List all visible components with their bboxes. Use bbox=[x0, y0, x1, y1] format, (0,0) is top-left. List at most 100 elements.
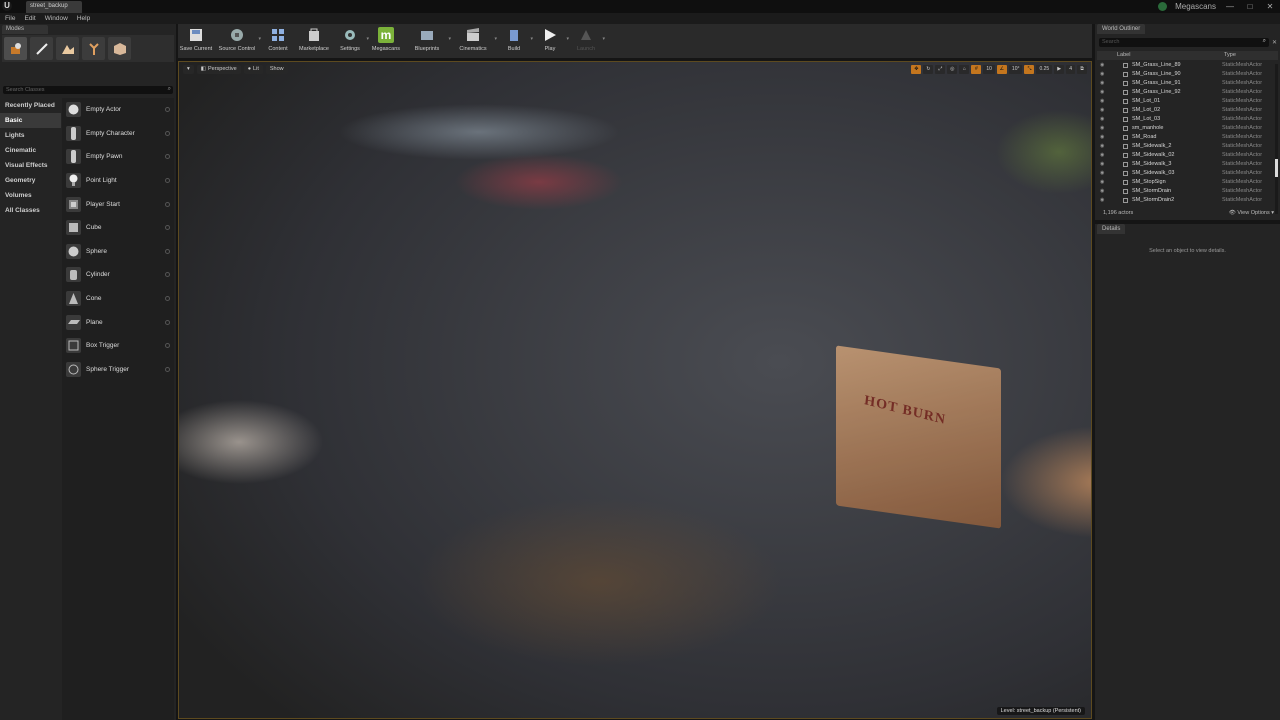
build-button[interactable]: Build ▾ bbox=[496, 24, 533, 58]
camera-speed-value[interactable]: 4 bbox=[1066, 65, 1075, 74]
list-item-cylinder[interactable]: Cylinder bbox=[62, 263, 174, 287]
scale-snap-icon[interactable]: ⤡ bbox=[1024, 65, 1035, 74]
table-row[interactable]: ◉ SM_Sidewalk_2 StaticMeshActor bbox=[1097, 142, 1273, 151]
cinematics-button[interactable]: Cinematics ▾ bbox=[450, 24, 497, 58]
marketplace-button[interactable]: Marketplace bbox=[296, 24, 332, 58]
foliage-mode-icon[interactable] bbox=[82, 37, 105, 60]
list-item-cube[interactable]: Cube bbox=[62, 216, 174, 240]
table-row[interactable]: ◉ SM_Grass_Line_90 StaticMeshActor bbox=[1097, 70, 1273, 79]
menu-window[interactable]: Window bbox=[45, 15, 68, 22]
list-item-player-start[interactable]: Player Start bbox=[62, 192, 174, 216]
info-icon[interactable] bbox=[165, 178, 170, 184]
visibility-eye-icon[interactable]: ◉ bbox=[1100, 61, 1104, 70]
menu-help[interactable]: Help bbox=[77, 15, 90, 22]
list-item-empty-pawn[interactable]: Empty Pawn bbox=[62, 145, 174, 169]
visibility-eye-icon[interactable]: ◉ bbox=[1100, 196, 1104, 205]
table-row[interactable]: ◉ SM_StormDrain StaticMeshActor bbox=[1097, 187, 1273, 196]
category-basic[interactable]: Basic bbox=[0, 113, 61, 128]
minimize-button[interactable]: — bbox=[1224, 2, 1236, 11]
outliner-search-input[interactable]: Search ⌕ bbox=[1099, 38, 1269, 47]
grid-snap-value[interactable]: 10 bbox=[983, 65, 995, 74]
table-row[interactable]: ◉ SM_Sidewalk_02 StaticMeshActor bbox=[1097, 151, 1273, 160]
visibility-eye-icon[interactable]: ◉ bbox=[1100, 70, 1104, 79]
list-item-point-light[interactable]: Point Light bbox=[62, 169, 174, 193]
megascans-badge-icon[interactable] bbox=[1158, 2, 1168, 11]
geometry-mode-icon[interactable] bbox=[108, 37, 131, 60]
category-recently-placed[interactable]: Recently Placed bbox=[0, 98, 61, 113]
visibility-eye-icon[interactable]: ◉ bbox=[1100, 115, 1104, 124]
visibility-eye-icon[interactable]: ◉ bbox=[1100, 133, 1104, 142]
visibility-eye-icon[interactable]: ◉ bbox=[1100, 178, 1104, 187]
visibility-eye-icon[interactable]: ◉ bbox=[1100, 124, 1104, 133]
maximize-button[interactable]: □ bbox=[1244, 2, 1256, 11]
info-icon[interactable] bbox=[165, 225, 170, 231]
world-local-icon[interactable]: ◎ bbox=[947, 65, 958, 74]
launch-button[interactable]: Launch ▾ bbox=[568, 24, 605, 58]
category-volumes[interactable]: Volumes bbox=[0, 188, 61, 203]
scale-snap-value[interactable]: 0.25 bbox=[1036, 65, 1053, 74]
perspective-button[interactable]: ◧ Perspective bbox=[196, 65, 241, 74]
info-icon[interactable] bbox=[165, 107, 170, 113]
rotate-icon[interactable]: ↻ bbox=[923, 65, 934, 74]
table-row[interactable]: ◉ SM_Lot_02 StaticMeshActor bbox=[1097, 106, 1273, 115]
info-icon[interactable] bbox=[165, 154, 170, 160]
scale-icon[interactable]: ⤢ bbox=[935, 65, 946, 74]
lit-button[interactable]: ● Lit bbox=[243, 65, 263, 74]
close-icon[interactable]: ✕ bbox=[1272, 39, 1277, 46]
level-viewport[interactable]: ▾ ◧ Perspective ● Lit Show ✥ ↻ ⤢ ◎ ⌂ # 10 … bbox=[178, 61, 1092, 719]
outliner-scrollbar[interactable] bbox=[1275, 64, 1278, 214]
megascans-button[interactable]: m Megascans bbox=[368, 24, 404, 58]
list-item-empty-actor[interactable]: Empty Actor bbox=[62, 98, 174, 122]
visibility-eye-icon[interactable]: ◉ bbox=[1100, 79, 1104, 88]
category-all-classes[interactable]: All Classes bbox=[0, 203, 61, 218]
column-header-label[interactable]: Label bbox=[1117, 52, 1130, 58]
menu-edit[interactable]: Edit bbox=[24, 15, 35, 22]
table-row[interactable]: ◉ SM_StopSign StaticMeshActor bbox=[1097, 178, 1273, 187]
blueprints-button[interactable]: Blueprints ▾ bbox=[404, 24, 451, 58]
category-lights[interactable]: Lights bbox=[0, 128, 61, 143]
maximize-viewport-icon[interactable]: ⧉ bbox=[1077, 65, 1087, 74]
details-tab[interactable]: Details bbox=[1097, 224, 1126, 234]
play-button[interactable]: Play ▾ bbox=[532, 24, 569, 58]
list-item-cone[interactable]: Cone bbox=[62, 287, 174, 311]
table-row[interactable]: ◉ SM_Grass_Line_92 StaticMeshActor bbox=[1097, 88, 1273, 97]
close-button[interactable]: ✕ bbox=[1264, 2, 1276, 11]
rotation-snap-value[interactable]: 10° bbox=[1008, 65, 1023, 74]
modes-tab[interactable]: Modes bbox=[2, 25, 48, 34]
visibility-eye-icon[interactable]: ◉ bbox=[1100, 187, 1104, 196]
scrollbar-thumb[interactable] bbox=[1275, 159, 1278, 177]
visibility-eye-icon[interactable]: ◉ bbox=[1100, 142, 1104, 151]
world-outliner-tab[interactable]: World Outliner bbox=[1097, 24, 1146, 34]
info-icon[interactable] bbox=[165, 366, 170, 372]
table-row[interactable]: ◉ sm_manhole StaticMeshActor bbox=[1097, 124, 1273, 133]
visibility-eye-icon[interactable]: ◉ bbox=[1100, 97, 1104, 106]
surface-snap-icon[interactable]: ⌂ bbox=[959, 65, 970, 74]
table-row[interactable]: ◉ SM_Grass_Line_89 StaticMeshActor bbox=[1097, 61, 1273, 70]
table-row[interactable]: ◉ SM_Sidewalk_03 StaticMeshActor bbox=[1097, 169, 1273, 178]
source-control-button[interactable]: Source Control ▾ bbox=[214, 24, 261, 58]
list-item-sphere-trigger[interactable]: Sphere Trigger bbox=[62, 358, 174, 382]
table-row[interactable]: ◉ SM_Lot_03 StaticMeshActor bbox=[1097, 115, 1273, 124]
viewport-options-button[interactable]: ▾ bbox=[183, 65, 194, 74]
save-current-button[interactable]: Save Current bbox=[178, 24, 214, 58]
landscape-mode-icon[interactable] bbox=[56, 37, 79, 60]
table-row[interactable]: ◉ SM_Road StaticMeshActor bbox=[1097, 133, 1273, 142]
table-row[interactable]: ◉ SM_Lot_01 StaticMeshActor bbox=[1097, 97, 1273, 106]
menu-file[interactable]: File bbox=[5, 15, 15, 22]
column-header-type[interactable]: Type bbox=[1224, 52, 1236, 58]
list-item-sphere[interactable]: Sphere bbox=[62, 240, 174, 264]
list-item-plane[interactable]: Plane bbox=[62, 310, 174, 334]
info-icon[interactable] bbox=[165, 343, 170, 349]
table-row[interactable]: ◉ SM_Grass_Line_91 StaticMeshActor bbox=[1097, 79, 1273, 88]
list-item-empty-character[interactable]: Empty Character bbox=[62, 122, 174, 146]
list-item-box-trigger[interactable]: Box Trigger bbox=[62, 334, 174, 358]
grid-snap-icon[interactable]: # bbox=[971, 65, 982, 74]
category-visual-effects[interactable]: Visual Effects bbox=[0, 158, 61, 173]
view-options-button[interactable]: 👁 View Options ▾ bbox=[1229, 210, 1274, 216]
table-row[interactable]: ◉ SM_Sidewalk_3 StaticMeshActor bbox=[1097, 160, 1273, 169]
visibility-eye-icon[interactable]: ◉ bbox=[1100, 106, 1104, 115]
visibility-eye-icon[interactable]: ◉ bbox=[1100, 169, 1104, 178]
content-button[interactable]: Content bbox=[260, 24, 296, 58]
paint-mode-icon[interactable] bbox=[30, 37, 53, 60]
visibility-eye-icon[interactable]: ◉ bbox=[1100, 160, 1104, 169]
